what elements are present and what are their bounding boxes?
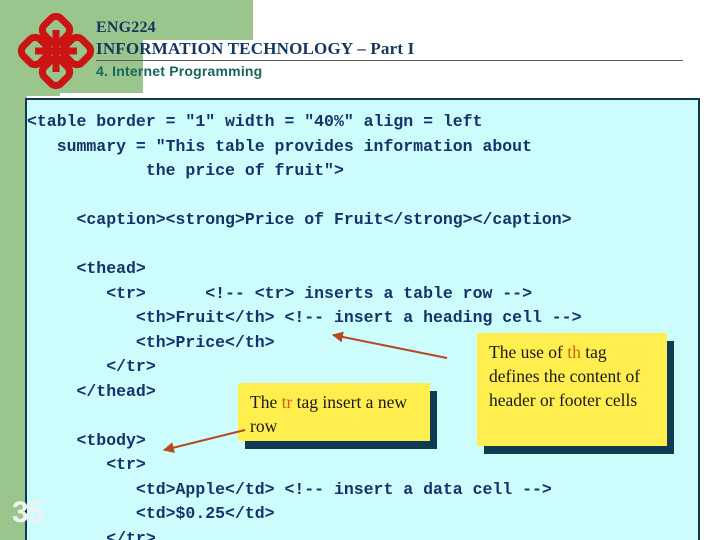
callout-th-tag: The use of th tag defines the content of… (477, 333, 674, 454)
institution-knot-logo-icon (17, 12, 95, 90)
code-line: <td>$0.25</td> (27, 504, 275, 523)
callout-body: The tr tag insert a new row (238, 383, 430, 441)
page-number: 35 (12, 496, 44, 529)
code-line: <table border = "1" width = "40%" align … (27, 112, 483, 131)
code-line: <tr> <!-- <tr> inserts a table row --> (27, 283, 532, 303)
callout-text-before: The (250, 392, 282, 412)
section-subtitle: 4. Internet Programming (96, 63, 263, 79)
callout-tag-name: th (567, 342, 581, 362)
code-line: <thead> (27, 259, 146, 278)
header-title-block: ENG224 INFORMATION TECHNOLOGY – Part I (96, 18, 696, 60)
header-divider (96, 60, 683, 61)
callout-tag-name: tr (281, 392, 293, 412)
code-listing: <table border = "1" width = "40%" align … (27, 110, 698, 540)
course-title: INFORMATION TECHNOLOGY – Part I (96, 39, 415, 58)
code-line: </tr> (27, 528, 156, 540)
code-line: <td>Apple</td> <!-- insert a data cell -… (27, 479, 552, 499)
course-code: ENG224 (96, 19, 156, 36)
code-line: <th>Fruit</th> <!-- insert a heading cel… (27, 308, 582, 327)
callout-body: The use of th tag defines the content of… (477, 333, 667, 446)
code-line: summary = "This table provides informati… (27, 136, 532, 156)
code-line: <caption><strong>Price of Fruit</strong>… (27, 210, 572, 229)
callout-text-before: The use of (489, 342, 568, 362)
code-line: <tr> (27, 455, 146, 474)
code-line: the price of fruit"> (27, 161, 344, 180)
code-listing-panel: <table border = "1" width = "40%" align … (25, 98, 700, 540)
callout-tr-tag: The tr tag insert a new row (238, 383, 437, 449)
